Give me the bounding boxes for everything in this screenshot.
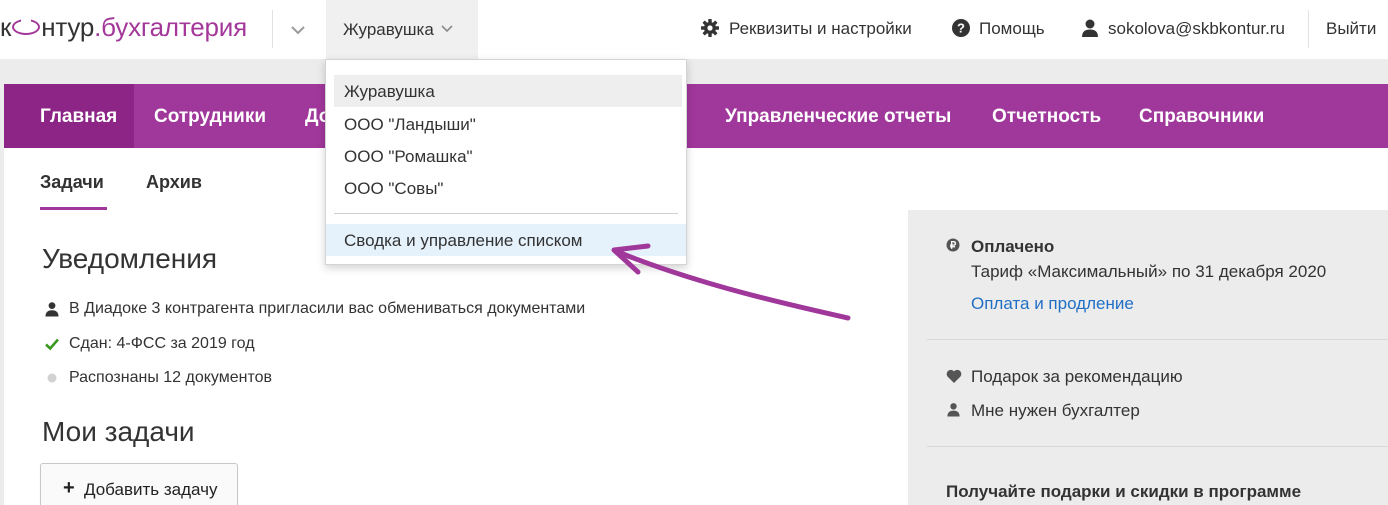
gear-icon: [701, 19, 719, 37]
notification-text[interactable]: Распознаны 12 документов: [69, 369, 272, 387]
tariff-info: Тариф «Максимальный» по 31 декабря 2020: [971, 262, 1327, 281]
header-divider: [1308, 10, 1309, 48]
sidebar-divider: [927, 446, 1388, 447]
help-icon: ?: [952, 19, 970, 37]
sub-navigation: [4, 148, 1388, 210]
tab-archive[interactable]: Архив: [146, 172, 202, 193]
payment-renewal-link[interactable]: Оплата и продление: [971, 294, 1134, 314]
tab-tasks[interactable]: Задачи: [40, 172, 104, 193]
help-link[interactable]: Помощь: [979, 19, 1045, 39]
person-icon: [45, 302, 59, 317]
logo-text-k: к: [0, 12, 12, 42]
org-selector-label: Журавушка: [343, 20, 434, 39]
payment-status-title: Оплачено: [971, 237, 1055, 256]
user-email-link[interactable]: sokolova@skbkontur.ru: [1108, 19, 1285, 39]
need-accountant-link[interactable]: Мне нужен бухгалтер: [971, 401, 1140, 421]
plus-icon: +: [63, 477, 75, 499]
user-icon: [1082, 19, 1098, 37]
logout-link[interactable]: Выйти: [1326, 19, 1376, 39]
page-content: Главная Сотрудники До Управленческие отч…: [4, 84, 1388, 505]
check-icon: [45, 338, 59, 351]
dot-icon: [47, 373, 57, 383]
logo-text-ntur: нтур: [41, 12, 95, 42]
dropdown-item-sovy[interactable]: ООО "Совы": [334, 172, 682, 204]
dropdown-item-zhuravushka[interactable]: Журавушка: [334, 75, 682, 107]
top-header: к нтур.бухгалтерия Журавушка Реквизиты и …: [0, 0, 1388, 59]
header-divider: [272, 10, 273, 48]
referral-gift-link[interactable]: Подарок за рекомендацию: [971, 367, 1183, 387]
add-task-label: Добавить задачу: [84, 480, 218, 499]
notification-text[interactable]: В Диадоке 3 контрагента пригласили вас о…: [69, 300, 585, 318]
loyalty-program-title: Получайте подарки и скидки в программе: [946, 482, 1302, 501]
nav-item-employees[interactable]: Сотрудники: [154, 106, 266, 128]
heart-icon: [946, 369, 962, 383]
dropdown-item-landyshi[interactable]: ООО "Ландыши": [334, 108, 682, 140]
add-task-button[interactable]: + Добавить задачу: [40, 463, 238, 505]
logo-product-name: бухгалтерия: [101, 12, 247, 42]
kontur-logo[interactable]: к нтур.бухгалтерия: [0, 12, 247, 42]
nav-item-references[interactable]: Справочники: [1139, 106, 1264, 128]
main-navigation: Главная Сотрудники До Управленческие отч…: [4, 84, 1388, 148]
sidebar-divider: [927, 339, 1388, 340]
my-tasks-title: Мои задачи: [42, 416, 195, 447]
dropdown-item-romashka[interactable]: ООО "Ромашка": [334, 140, 682, 172]
active-tab-underline: [40, 207, 107, 210]
org-selector[interactable]: Журавушка: [326, 0, 478, 59]
notification-text[interactable]: Сдан: 4-ФСС за 2019 год: [69, 335, 255, 353]
dropdown-divider: [334, 213, 678, 214]
org-dropdown-menu: Журавушка ООО "Ландыши" ООО "Ромашка" ОО…: [325, 59, 687, 265]
dropdown-summary-manage-list[interactable]: Сводка и управление списком: [326, 224, 686, 256]
settings-link[interactable]: Реквизиты и настройки: [729, 19, 912, 39]
ruble-coin-icon: ₽: [946, 238, 960, 252]
product-switcher-chevron-icon[interactable]: [288, 20, 308, 40]
notifications-title: Уведомления: [42, 243, 218, 274]
nav-item-reporting[interactable]: Отчетность: [992, 106, 1101, 128]
nav-item-main[interactable]: Главная: [40, 106, 117, 128]
nav-item-management-reports[interactable]: Управленческие отчеты: [725, 106, 951, 128]
svg-text:₽: ₽: [950, 241, 957, 252]
person-icon: [947, 403, 960, 417]
svg-text:?: ?: [957, 21, 965, 36]
logo-o-mark: [12, 17, 41, 35]
chevron-down-icon: [441, 25, 453, 33]
